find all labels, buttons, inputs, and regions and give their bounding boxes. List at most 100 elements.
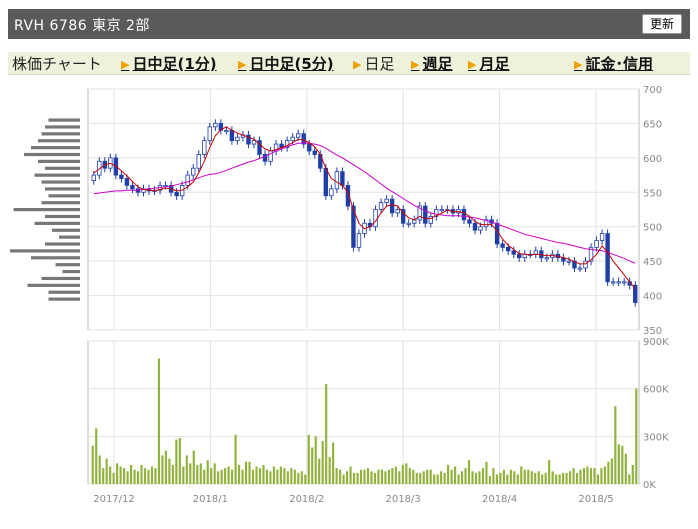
volume-bar	[433, 474, 436, 484]
volume-bar	[171, 464, 174, 484]
candle-up	[384, 198, 389, 204]
price-profile-bar	[13, 208, 80, 212]
price-tick-label: 700	[643, 85, 662, 96]
volume-bar	[328, 456, 331, 484]
volume-bar	[119, 466, 122, 484]
volume-bar	[109, 466, 112, 484]
volume-bar	[436, 474, 439, 484]
volume-bar	[154, 468, 157, 484]
price-profile-bar	[38, 139, 80, 143]
volume-bar	[509, 469, 512, 484]
volume-bar	[175, 439, 178, 484]
price-profile-bar	[59, 235, 80, 239]
candle-down	[605, 233, 610, 283]
volume-bar	[478, 471, 481, 484]
price-tick-label: 650	[643, 119, 662, 130]
volume-bar	[405, 463, 408, 484]
volume-bar	[286, 471, 289, 484]
volume-bar	[440, 471, 443, 484]
candle-up	[566, 260, 572, 263]
volume-bar	[391, 468, 394, 484]
x-tick-label: 2017/12	[93, 494, 135, 505]
volume-bar	[279, 466, 282, 484]
volume-bar	[513, 471, 516, 484]
volume-bar	[631, 464, 634, 484]
volume-bar	[467, 460, 471, 484]
candle-up	[251, 140, 257, 145]
candle-up	[378, 202, 384, 210]
price-profile-bar	[52, 228, 80, 232]
price-profile-bar	[41, 180, 80, 184]
volume-bar	[555, 474, 558, 484]
candle-down	[517, 253, 522, 259]
x-tick-label: 2018/5	[578, 494, 613, 505]
volume-bar	[401, 464, 404, 484]
volume-bar	[464, 468, 467, 484]
volume-bar	[102, 468, 105, 484]
volume-bar	[614, 406, 617, 484]
x-tick-label: 2018/2	[289, 494, 324, 505]
volume-bar	[91, 445, 94, 484]
volume-bar	[600, 468, 603, 484]
volume-bar	[628, 474, 631, 484]
volume-bar	[133, 469, 136, 484]
volume-bar	[624, 453, 627, 484]
volume-bar	[426, 469, 429, 484]
volume-bar	[126, 471, 129, 484]
volume-bar	[488, 476, 492, 484]
volume-bar	[380, 469, 384, 484]
volume-bar	[460, 471, 464, 484]
volume-bar	[342, 474, 345, 484]
price-profile-bar	[45, 166, 80, 170]
volume-bar	[213, 463, 216, 484]
price-tick-label: 400	[643, 292, 662, 303]
volume-bar	[199, 463, 202, 484]
volume-bar	[474, 472, 478, 484]
volume-bar	[457, 474, 460, 484]
price-profile-bar	[41, 276, 80, 281]
volume-bar	[359, 469, 363, 484]
price-profile-bar	[34, 221, 80, 225]
volume-bar	[168, 458, 171, 484]
price-profile-bar	[41, 132, 80, 136]
price-profile-bar	[45, 187, 80, 191]
volume-bar	[579, 469, 582, 484]
price-profile-bar	[48, 118, 80, 122]
volume-bar	[321, 441, 324, 484]
candle-down	[124, 178, 130, 186]
volume-bar	[520, 466, 523, 484]
volume-bar	[366, 468, 370, 484]
volume-bar	[272, 466, 275, 484]
price-panel-frame	[87, 88, 640, 331]
volume-bar	[352, 472, 356, 484]
volume-bar	[408, 468, 411, 484]
volume-bar	[140, 464, 143, 484]
price-tick-label: 500	[643, 223, 662, 234]
volume-bar	[231, 469, 234, 484]
candle-up	[395, 209, 400, 214]
volume-bar	[318, 458, 321, 484]
candle-up	[334, 171, 340, 190]
volume-bar	[227, 466, 230, 484]
volume-bar	[558, 474, 561, 484]
volume-bar	[502, 469, 505, 484]
volume-bar	[544, 472, 547, 484]
candle-up	[329, 188, 334, 197]
stock-chart: 350 400 450 500 550 600 650 700 0K 300K 600K 900K 20…	[10, 85, 669, 505]
volume-bar	[621, 445, 624, 484]
price-profile-bar	[41, 201, 80, 205]
price-tick-label: 550	[643, 188, 662, 199]
volume-bar	[192, 450, 195, 484]
volume-bar	[311, 447, 314, 484]
price-profile-bar	[48, 194, 80, 198]
price-profile-bar	[62, 269, 80, 274]
candle-up	[610, 281, 616, 284]
volume-bar	[485, 461, 488, 484]
volume-tick-label: 0K	[643, 480, 656, 491]
volume-bar	[575, 472, 579, 484]
volume-bar	[300, 471, 303, 484]
volume-bar	[419, 472, 422, 484]
volume-bar	[534, 472, 537, 484]
candle-down	[467, 219, 472, 224]
candle-up	[224, 129, 229, 132]
